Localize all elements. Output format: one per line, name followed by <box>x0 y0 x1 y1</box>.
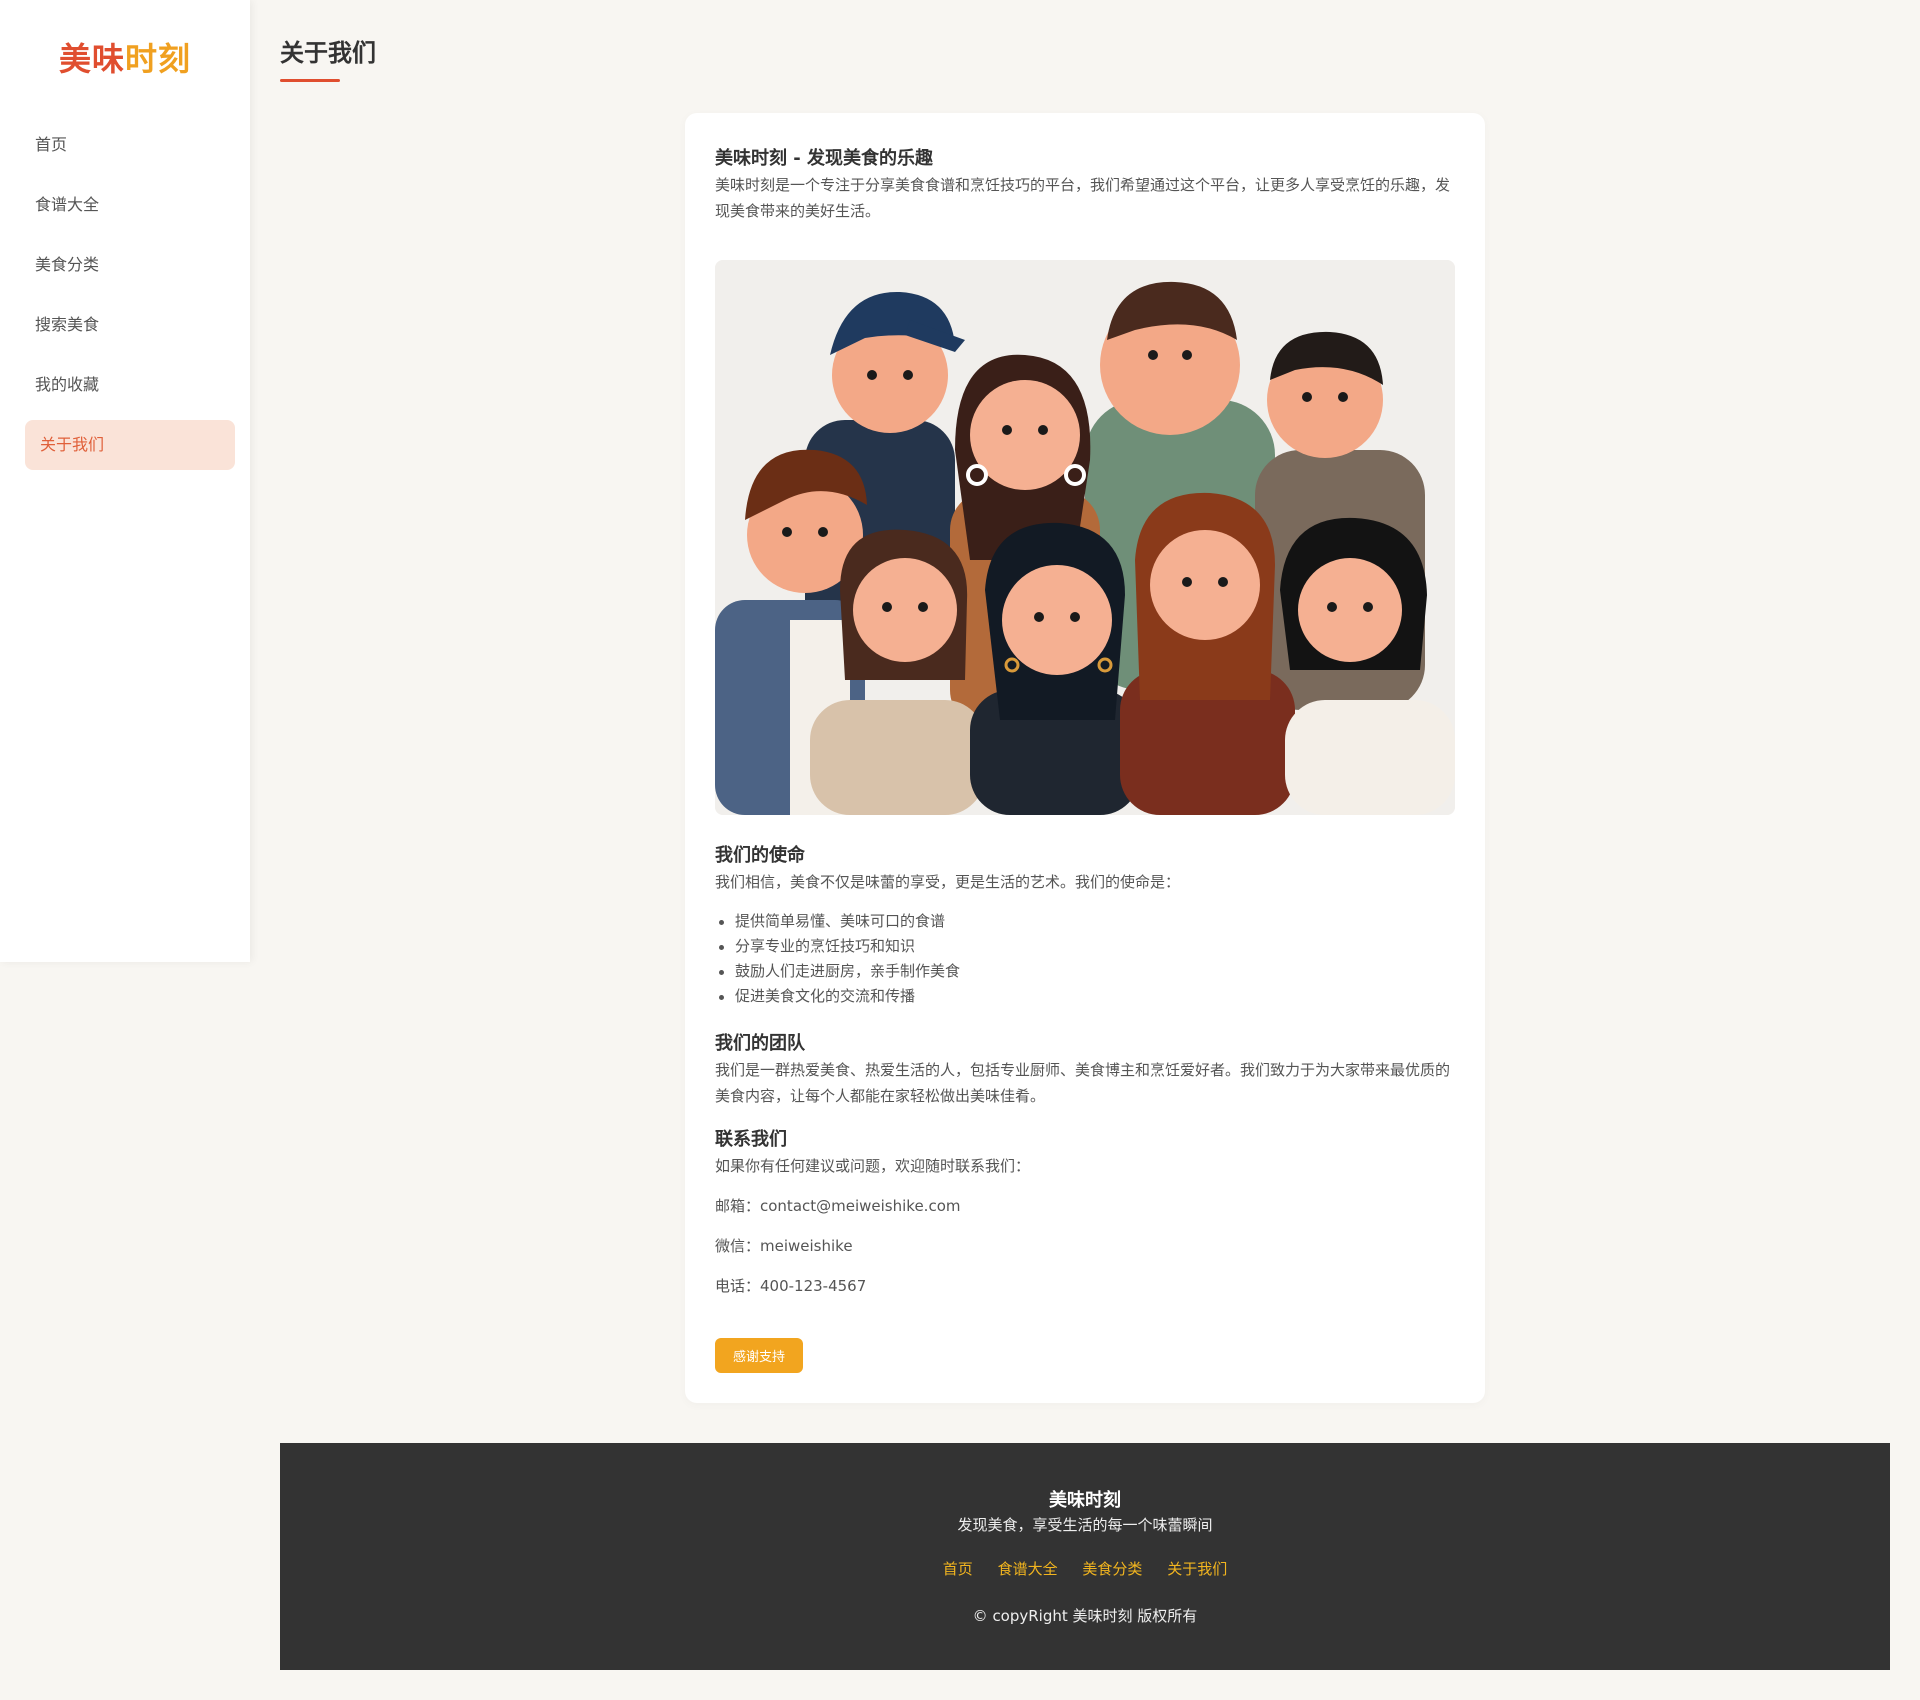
footer-link-categories[interactable]: 美食分类 <box>1082 1560 1142 1578</box>
list-item: 鼓励人们走进厨房，亲手制作美食 <box>715 959 1455 984</box>
sidebar-item-search[interactable]: 搜索美食 <box>25 300 235 350</box>
contact-email: 邮箱：contact@meiweishike.com <box>715 1197 961 1215</box>
sidebar-item-about[interactable]: 关于我们 <box>25 420 235 470</box>
contact-phone: 电话：400-123-4567 <box>715 1277 867 1295</box>
sidebar-nav: 首页 食谱大全 美食分类 搜索美食 我的收藏 关于我们 <box>25 120 235 480</box>
about-card: 美味时刻 - 发现美食的乐趣 美味时刻是一个专注于分享美食食谱和烹饪技巧的平台，… <box>685 113 1485 1403</box>
footer-link-recipes[interactable]: 食谱大全 <box>998 1560 1058 1578</box>
contact-section: 联系我们 如果你有任何建议或问题，欢迎随时联系我们： 邮箱：contact@me… <box>715 1127 1455 1299</box>
list-item: 提供简单易懂、美味可口的食谱 <box>715 909 1455 934</box>
contact-title: 联系我们 <box>715 1129 787 1150</box>
sidebar-item-home[interactable]: 首页 <box>25 120 235 170</box>
sidebar-item-favorites[interactable]: 我的收藏 <box>25 360 235 410</box>
mission-text: 我们相信，美食不仅是味蕾的享受，更是生活的艺术。我们的使命是： <box>715 873 1181 891</box>
footer: 美味时刻 发现美食，享受生活的每一个味蕾瞬间 首页 食谱大全 美食分类 关于我们… <box>280 1443 1890 1670</box>
logo-part-1: 美味 <box>58 40 125 78</box>
mission-title: 我们的使命 <box>715 845 805 866</box>
thanks-button[interactable]: 感谢支持 <box>715 1338 803 1373</box>
list-item: 促进美食文化的交流和传播 <box>715 984 1455 1009</box>
intro-text: 美味时刻是一个专注于分享美食食谱和烹饪技巧的平台，我们希望通过这个平台，让更多人… <box>715 176 1451 220</box>
contact-text: 如果你有任何建议或问题，欢迎随时联系我们： <box>715 1157 1031 1175</box>
page-title: 关于我们 <box>280 39 376 67</box>
list-item: 分享专业的烹饪技巧和知识 <box>715 934 1455 959</box>
team-text: 我们是一群热爱美食、热爱生活的人，包括专业厨师、美食博主和烹饪爱好者。我们致力于… <box>715 1061 1451 1105</box>
team-section: 我们的团队 我们是一群热爱美食、热爱生活的人，包括专业厨师、美食博主和烹饪爱好者… <box>715 1031 1455 1109</box>
sidebar-item-recipes[interactable]: 食谱大全 <box>25 180 235 230</box>
contact-wechat: 微信：meiweishike <box>715 1237 853 1255</box>
footer-copyright: © copyRight 美味时刻 版权所有 <box>972 1607 1198 1625</box>
title-underline <box>280 79 340 82</box>
logo-part-2: 时刻 <box>125 40 192 78</box>
mission-list: 提供简单易懂、美味可口的食谱 分享专业的烹饪技巧和知识 鼓励人们走进厨房，亲手制… <box>715 909 1455 1009</box>
intro-title: 美味时刻 - 发现美食的乐趣 <box>715 148 934 169</box>
team-illustration <box>715 260 1455 815</box>
footer-link-about[interactable]: 关于我们 <box>1167 1560 1227 1578</box>
footer-links: 首页 食谱大全 美食分类 关于我们 <box>280 1558 1890 1579</box>
mission-section: 我们的使命 我们相信，美食不仅是味蕾的享受，更是生活的艺术。我们的使命是： 提供… <box>715 843 1455 1009</box>
sidebar-item-categories[interactable]: 美食分类 <box>25 240 235 290</box>
footer-link-home[interactable]: 首页 <box>943 1560 973 1578</box>
footer-slogan: 发现美食，享受生活的每一个味蕾瞬间 <box>957 1516 1213 1534</box>
footer-title: 美味时刻 <box>1049 1490 1121 1511</box>
sidebar: 美味时刻 首页 食谱大全 美食分类 搜索美食 我的收藏 关于我们 <box>0 0 250 962</box>
team-title: 我们的团队 <box>715 1033 805 1054</box>
site-logo[interactable]: 美味时刻 <box>0 34 250 80</box>
